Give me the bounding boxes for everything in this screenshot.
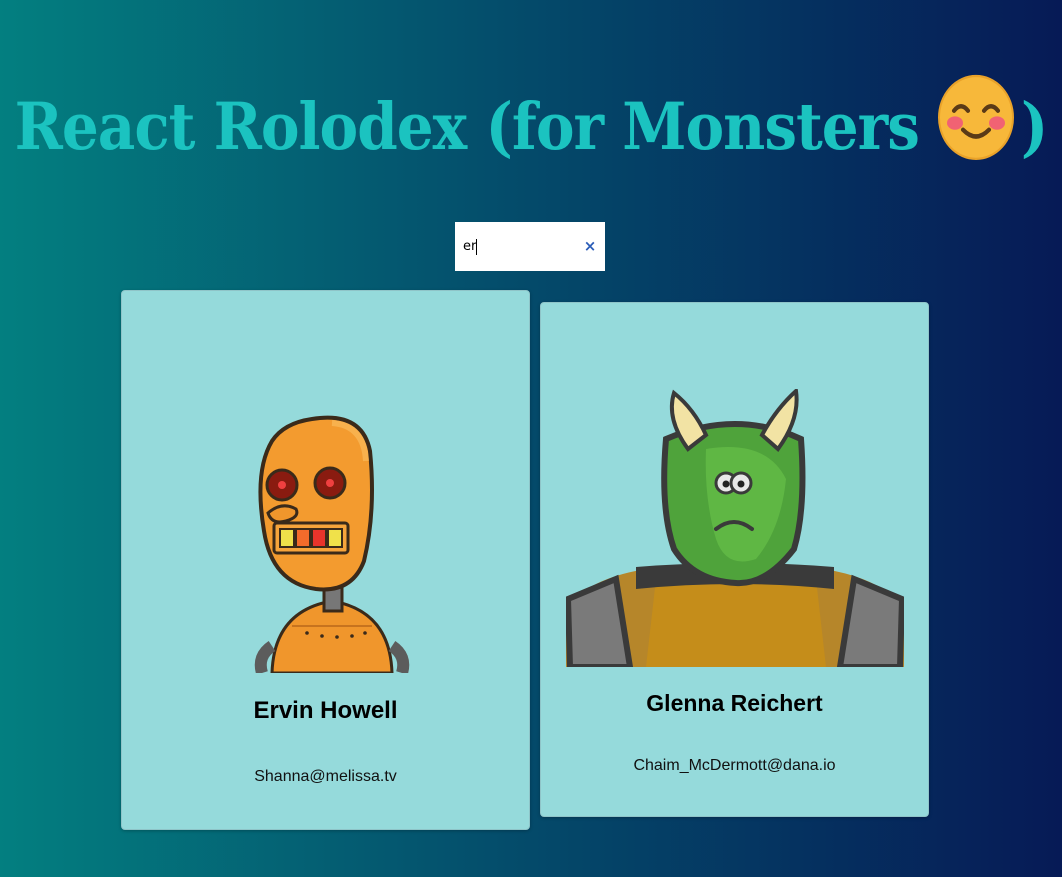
title-text: React Rolodex (for Monsters bbox=[14, 88, 920, 165]
search-box[interactable]: × bbox=[455, 222, 605, 271]
search-input[interactable] bbox=[463, 234, 573, 258]
monster-email: Chaim_McDermott@dana.io bbox=[633, 757, 836, 774]
monster-name: Glenna Reichert bbox=[646, 690, 823, 716]
text-caret bbox=[476, 239, 477, 255]
green-horned-monster-avatar bbox=[566, 389, 904, 667]
monster-email: Shanna@melissa.tv bbox=[254, 768, 397, 785]
page-title: React Rolodex (for Monsters ) bbox=[0, 74, 1062, 183]
monster-card[interactable]: Ervin Howell Shanna@melissa.tv bbox=[121, 290, 530, 830]
monster-name: Ervin Howell bbox=[253, 697, 398, 724]
clear-icon[interactable]: × bbox=[581, 237, 599, 255]
orange-robot-avatar bbox=[254, 415, 410, 673]
monster-card[interactable]: Glenna Reichert Chaim_McDermott@dana.io bbox=[540, 302, 929, 817]
smiling-face-icon bbox=[937, 74, 1015, 177]
title-suffix: ) bbox=[1020, 88, 1048, 165]
